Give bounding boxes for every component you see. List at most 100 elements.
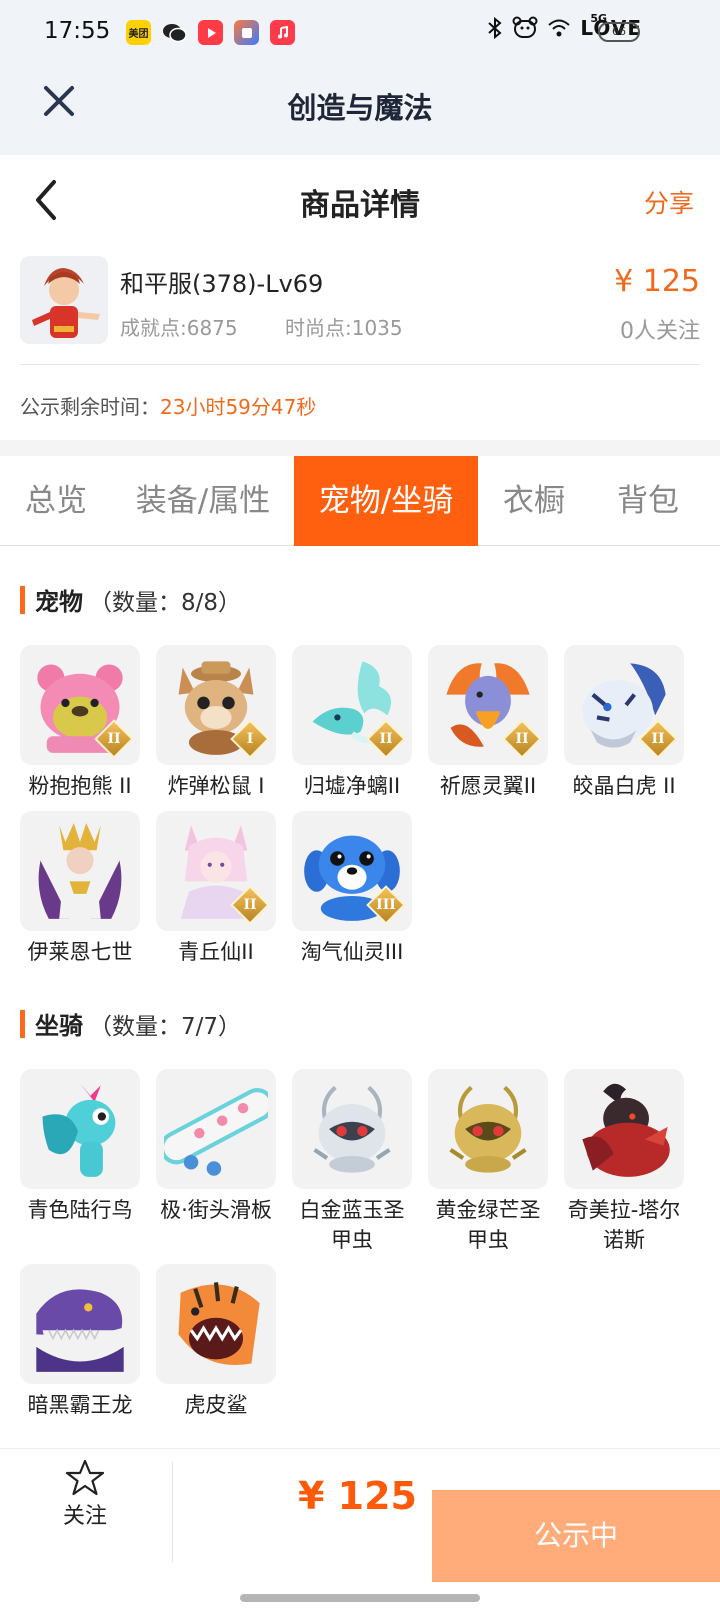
mount-thumbnail xyxy=(156,1069,276,1189)
pets-count: （数量：8/8） xyxy=(89,589,242,616)
chimera-icon xyxy=(582,1083,670,1177)
mount-name: 暗黑霸王龙 xyxy=(27,1393,133,1417)
status-time: 17:55 xyxy=(44,18,111,44)
countdown: 公示剩余时间：23小时59分47秒 xyxy=(20,391,316,420)
mount-item[interactable]: 虎皮鲨 xyxy=(156,1264,276,1420)
pet-item[interactable]: II 皎晶白虎 II xyxy=(564,645,684,801)
pet-thumbnail: II xyxy=(292,645,412,765)
mount-thumbnail xyxy=(428,1069,548,1189)
mount-thumbnail xyxy=(292,1069,412,1189)
mount-item[interactable]: 黄金绿芒圣甲虫 xyxy=(428,1069,548,1255)
pet-thumbnail: I xyxy=(156,645,276,765)
wifi-icon xyxy=(548,19,571,37)
mount-name: 青色陆行鸟 xyxy=(27,1198,133,1222)
mount-name: 虎皮鲨 xyxy=(184,1393,248,1417)
mount-name: 白金蓝玉圣甲虫 xyxy=(299,1198,405,1252)
publicity-status-button[interactable]: 公示中 xyxy=(432,1490,720,1582)
mount-thumbnail xyxy=(564,1069,684,1189)
mount-name: 奇美拉-塔尔诺斯 xyxy=(567,1198,681,1252)
tab-backpack[interactable]: 背包 xyxy=(598,456,698,546)
bluetooth-icon xyxy=(488,16,502,40)
pet-name: 祈愿灵翼II xyxy=(439,774,537,798)
pets-title: 宠物 xyxy=(35,588,83,616)
item-price: ¥ 125 xyxy=(614,264,700,299)
webview-title: 创造与魔法 xyxy=(287,91,433,125)
pet-name: 归墟净螭II xyxy=(303,774,401,798)
mount-item[interactable]: 青色陆行鸟 xyxy=(20,1069,140,1225)
tab-pets-mounts[interactable]: 宠物/坐骑 xyxy=(294,456,478,546)
share-button[interactable]: 分享 xyxy=(644,184,694,220)
tab-equipment[interactable]: 装备/属性 xyxy=(122,456,284,546)
video-app-icon xyxy=(198,20,223,45)
pet-item[interactable]: I 炸弹松鼠 I xyxy=(156,645,276,801)
pet-item[interactable]: II 青丘仙II xyxy=(156,811,276,967)
battery-indicator: 66 xyxy=(598,22,640,42)
tab-bar: 总览 装备/属性 宠物/坐骑 衣橱 背包 xyxy=(0,456,720,546)
skateboard-icon xyxy=(164,1088,268,1176)
fashion-points: 时尚点:1035 xyxy=(285,316,403,340)
shortcut-app-icon xyxy=(234,20,259,45)
pet-item[interactable]: II 祈愿灵翼II xyxy=(428,645,548,801)
pet-name: 淘气仙灵III xyxy=(300,940,404,964)
queen-figure-icon xyxy=(38,823,122,919)
bottom-price: ¥ 125 xyxy=(298,1474,417,1518)
countdown-label: 公示剩余时间： xyxy=(20,395,160,419)
pet-thumbnail xyxy=(20,811,140,931)
mount-thumbnail xyxy=(156,1264,276,1384)
pet-thumbnail: III xyxy=(292,811,412,931)
mount-thumbnail xyxy=(20,1264,140,1384)
mount-name: 黄金绿芒圣甲虫 xyxy=(435,1198,541,1252)
divider xyxy=(20,364,700,365)
achievement-points: 成就点:6875 xyxy=(120,316,238,340)
character-portrait-icon xyxy=(20,256,108,344)
mounts-title: 坐骑 xyxy=(35,1012,83,1040)
dark-trex-icon xyxy=(36,1289,124,1372)
cyan-bird-icon xyxy=(42,1083,116,1177)
meituan-app-icon: 美团 xyxy=(126,20,151,45)
mount-item[interactable]: 暗黑霸王龙 xyxy=(20,1264,140,1420)
section-accent xyxy=(20,1009,25,1038)
pet-item[interactable]: 伊莱恩七世 xyxy=(20,811,140,967)
status-app-icons: 美团 xyxy=(126,20,295,45)
gold-beetle-icon xyxy=(449,1085,527,1173)
mount-name: 极·街头滑板 xyxy=(160,1198,272,1222)
mounts-count: （数量：7/7） xyxy=(89,1013,242,1040)
mount-item[interactable]: 奇美拉-塔尔诺斯 xyxy=(564,1069,684,1255)
music-app-icon xyxy=(270,20,295,45)
home-indicator[interactable] xyxy=(240,1594,480,1602)
mount-thumbnail xyxy=(20,1069,140,1189)
pet-name: 青丘仙II xyxy=(178,940,254,964)
follow-label: 关注 xyxy=(62,1504,107,1529)
follow-button[interactable]: 关注 xyxy=(30,1452,140,1562)
pet-item[interactable]: II 归墟净螭II xyxy=(292,645,412,801)
section-gap xyxy=(0,440,720,456)
pet-name: 伊莱恩七世 xyxy=(27,940,133,964)
character-avatar xyxy=(20,256,108,344)
pet-thumbnail: II xyxy=(564,645,684,765)
mount-item[interactable]: 极·街头滑板 xyxy=(156,1069,276,1225)
mount-item[interactable]: 白金蓝玉圣甲虫 xyxy=(292,1069,412,1255)
pet-name: 炸弹松鼠 I xyxy=(167,774,265,798)
tiger-shark-icon xyxy=(178,1282,260,1366)
pet-name: 粉抱抱熊 II xyxy=(28,774,132,798)
divider xyxy=(172,1462,173,1562)
follower-count: 0人关注 xyxy=(620,319,700,344)
countdown-value: 23小时59分47秒 xyxy=(160,395,317,419)
page-title: 商品详情 xyxy=(300,188,420,223)
tab-wardrobe[interactable]: 衣橱 xyxy=(480,456,588,546)
pet-thumbnail: II xyxy=(428,645,548,765)
pet-thumbnail: II xyxy=(156,811,276,931)
mounts-section-header: 坐骑 （数量：7/7） xyxy=(20,1006,241,1041)
pet-item[interactable]: II 粉抱抱熊 II xyxy=(20,645,140,801)
pet-item[interactable]: III 淘气仙灵III xyxy=(292,811,412,967)
pets-section-header: 宠物 （数量：8/8） xyxy=(20,582,241,617)
star-icon xyxy=(65,1459,105,1496)
silver-beetle-icon xyxy=(313,1085,391,1173)
bear-icon xyxy=(512,16,538,38)
tab-overview[interactable]: 总览 xyxy=(4,456,108,546)
wechat-app-icon xyxy=(162,20,187,45)
pet-name: 皎晶白虎 II xyxy=(572,774,676,798)
pet-thumbnail: II xyxy=(20,645,140,765)
character-name: 和平服(378)-Lv69 xyxy=(120,270,324,298)
status-bar: 17:55 美团 5G LOVE 66 xyxy=(0,0,720,62)
